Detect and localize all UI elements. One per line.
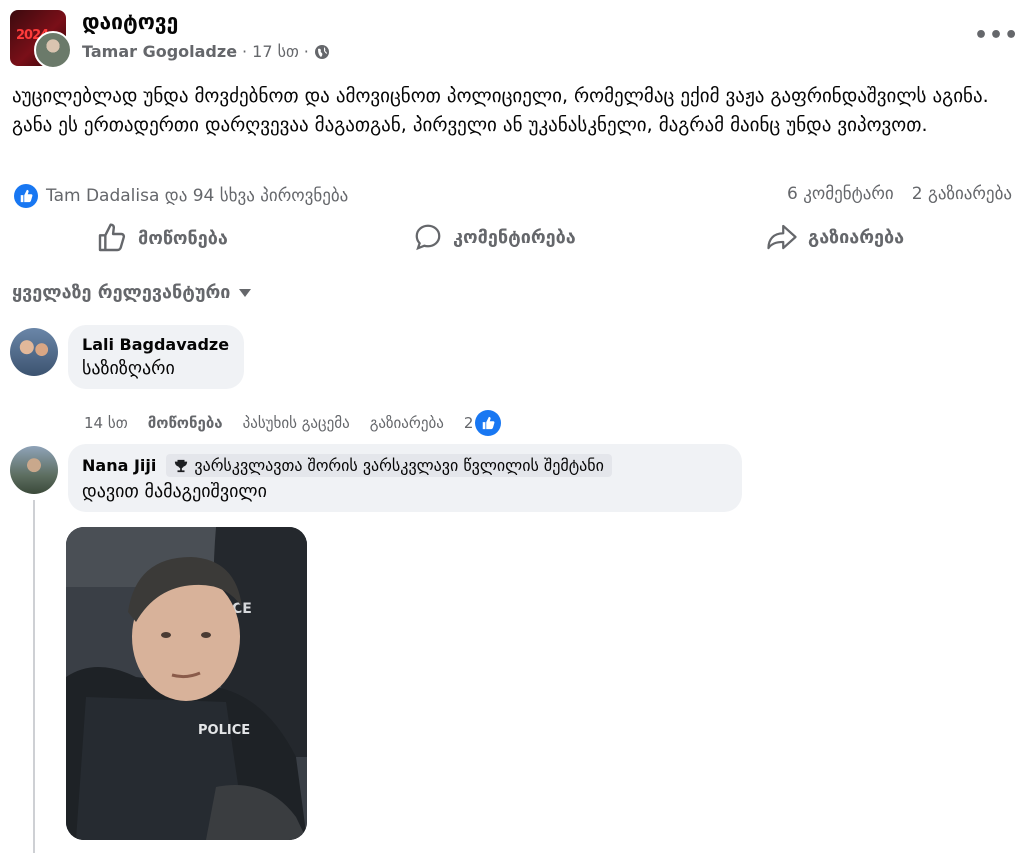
globe-icon (314, 44, 329, 59)
comment-like-button[interactable]: მოწონება (148, 414, 223, 432)
like-label: მოწონება (138, 227, 228, 249)
sort-label: ყველაზე რელევანტური (12, 282, 231, 303)
comment-bubble: Nana Jiji ვარსკვლავთა შორის ვარსკვლავი წ… (68, 444, 742, 512)
post-text: აუცილებლად უნდა მოვძებნოთ და ამოვიცნოთ პ… (12, 85, 989, 136)
post-meta: Tamar Gogoladze · 17 სთ · (82, 42, 330, 61)
like-reaction-icon (475, 410, 502, 436)
comment-sort-dropdown[interactable]: ყველაზე რელევანტური (12, 282, 252, 303)
comments-count[interactable]: 6 კომენტარი (787, 184, 894, 204)
comment-text: საზიზღარი (82, 358, 175, 379)
share-icon (767, 224, 797, 250)
svg-text:POLICE: POLICE (198, 723, 250, 738)
comment-button[interactable]: კომენტირება (413, 222, 576, 252)
share-button[interactable]: გაზიარება (766, 222, 904, 252)
meta-separator: · (242, 42, 248, 61)
trophy-icon (175, 459, 188, 472)
comment-icon (415, 224, 441, 251)
commenter-avatar[interactable] (10, 328, 58, 376)
share-label: გაზიარება (808, 226, 905, 248)
comment-label: კომენტირება (453, 226, 576, 248)
reaction-count-value: 2 (463, 414, 474, 432)
comment-bubble: Lali Bagdavadze საზიზღარი (68, 325, 244, 389)
comment-reply-button[interactable]: პასუხის გაცემა (243, 414, 350, 432)
group-name[interactable]: დაიტოვე (82, 10, 178, 34)
police-officer-photo: OLICE POLICE (66, 527, 307, 840)
thread-line (33, 500, 35, 853)
comment-photo[interactable]: OLICE POLICE (66, 527, 307, 840)
comment-time[interactable]: 14 სთ (84, 414, 128, 432)
thumbs-up-icon (98, 223, 126, 252)
comment-text: დავით მამაგეიშვილი (82, 481, 267, 502)
top-fan-badge[interactable]: ვარსკვლავთა შორის ვარსკვლავი წვლილის შემ… (166, 454, 612, 477)
meta-separator: · (303, 42, 309, 61)
post-author[interactable]: Tamar Gogoladze (82, 42, 237, 61)
comment-reaction-count[interactable]: 2 (464, 410, 502, 436)
like-reaction-icon (14, 184, 38, 208)
comment-actions: 14 სთ მოწონება პასუხის გაცემა გაზიარება … (84, 410, 502, 436)
post-action-bar: მოწონება კომენტირება გაზიარება (0, 222, 1024, 262)
comment-author[interactable]: Nana Jiji (82, 456, 156, 475)
post-time[interactable]: 17 სთ (252, 42, 299, 61)
shares-count[interactable]: 2 გაზიარება (912, 184, 1012, 204)
comment-author[interactable]: Lali Bagdavadze (82, 335, 230, 354)
reactions-summary[interactable]: Tam Dadalisa და 94 სხვა პიროვნება (14, 184, 348, 208)
caret-down-icon (239, 288, 252, 297)
commenter-avatar[interactable] (10, 446, 58, 494)
badge-text: ვარსკვლავთა შორის ვარსკვლავი წვლილის შემ… (194, 456, 604, 475)
comment-header: Nana Jiji ვარსკვლავთა შორის ვარსკვლავი წ… (82, 454, 728, 477)
post-counts: 6 კომენტარი 2 გაზიარება (787, 184, 1012, 204)
poster-avatar[interactable] (34, 31, 72, 69)
comment-share-button[interactable]: გაზიარება (370, 414, 444, 432)
more-options-button[interactable]: ••• (974, 23, 1019, 48)
reactions-text[interactable]: Tam Dadalisa და 94 სხვა პიროვნება (46, 186, 348, 206)
like-button[interactable]: მოწონება (96, 222, 228, 254)
